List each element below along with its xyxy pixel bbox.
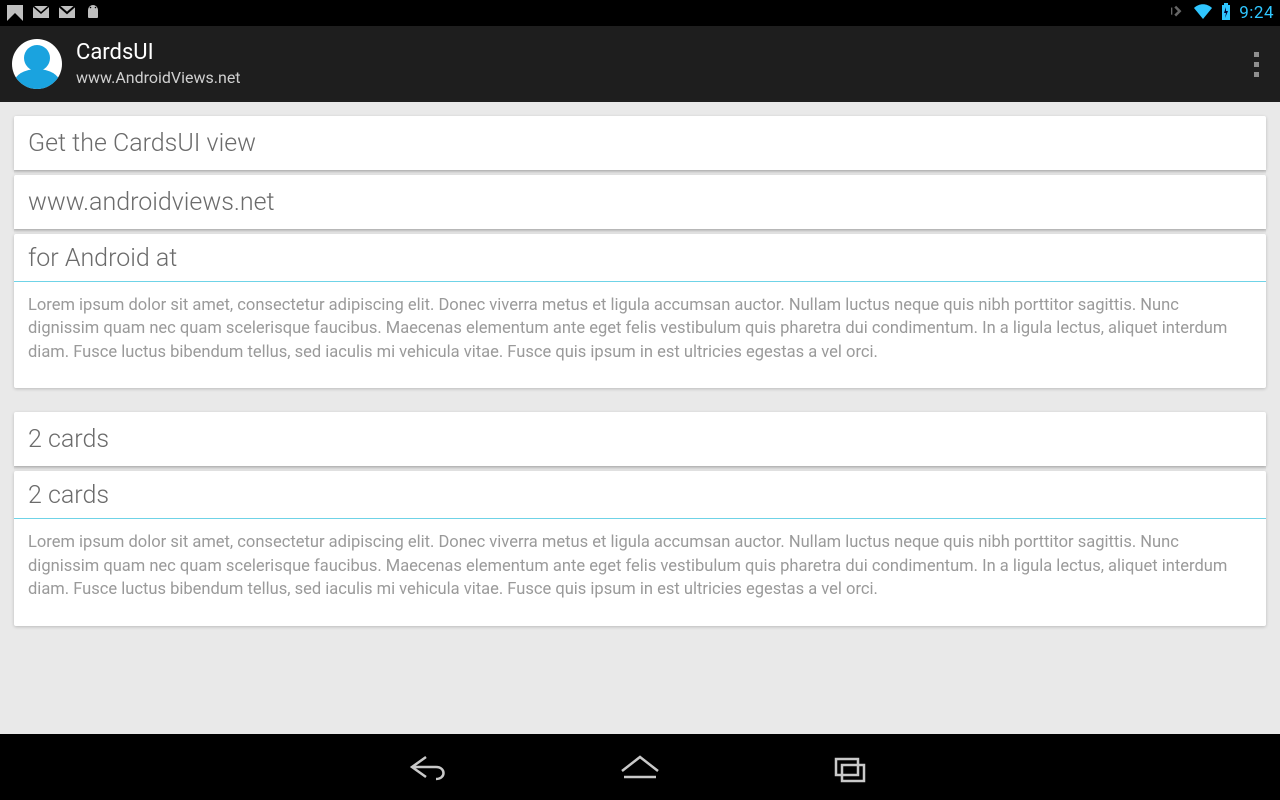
card-title: for Android at	[14, 234, 1266, 281]
action-bar: CardsUI www.AndroidViews.net	[0, 26, 1280, 102]
card-peek[interactable]: 2 cards	[14, 412, 1266, 466]
card-stack: 2 cards 2 cards Lorem ipsum dolor sit am…	[14, 412, 1266, 625]
clock: 9:24	[1239, 3, 1274, 23]
status-left	[6, 3, 102, 24]
card-peek[interactable]: Get the CardsUI view	[14, 116, 1266, 170]
android-icon	[84, 3, 102, 24]
notification-icon	[6, 4, 24, 22]
mail-icon	[32, 3, 50, 24]
app-titles: CardsUI www.AndroidViews.net	[76, 41, 241, 86]
app-icon	[12, 39, 62, 89]
card-body: Lorem ipsum dolor sit amet, consectetur …	[14, 519, 1266, 625]
vibrate-icon	[1169, 4, 1185, 23]
home-button[interactable]	[610, 747, 670, 787]
card-title: Get the CardsUI view	[28, 129, 256, 158]
overflow-menu-button[interactable]	[1244, 44, 1268, 84]
app-title: CardsUI	[76, 41, 241, 65]
app-subtitle: www.AndroidViews.net	[76, 68, 241, 87]
battery-charging-icon	[1221, 3, 1231, 24]
card-title: www.androidviews.net	[28, 188, 275, 217]
card[interactable]: 2 cards Lorem ipsum dolor sit amet, cons…	[14, 471, 1266, 625]
gmail-icon	[58, 3, 76, 24]
card-stack: Get the CardsUI view www.androidviews.ne…	[14, 116, 1266, 388]
back-button[interactable]	[400, 747, 460, 787]
card-peek[interactable]: www.androidviews.net	[14, 175, 1266, 229]
card[interactable]: for Android at Lorem ipsum dolor sit ame…	[14, 234, 1266, 388]
card-title: 2 cards	[14, 471, 1266, 518]
cards-scroll-area[interactable]: Get the CardsUI view www.androidviews.ne…	[0, 102, 1280, 734]
navigation-bar	[0, 734, 1280, 800]
wifi-icon	[1193, 4, 1213, 23]
status-right: 9:24	[1169, 3, 1274, 24]
recent-apps-button[interactable]	[820, 747, 880, 787]
status-bar: 9:24	[0, 0, 1280, 26]
card-body: Lorem ipsum dolor sit amet, consectetur …	[14, 282, 1266, 388]
card-title: 2 cards	[28, 425, 109, 454]
